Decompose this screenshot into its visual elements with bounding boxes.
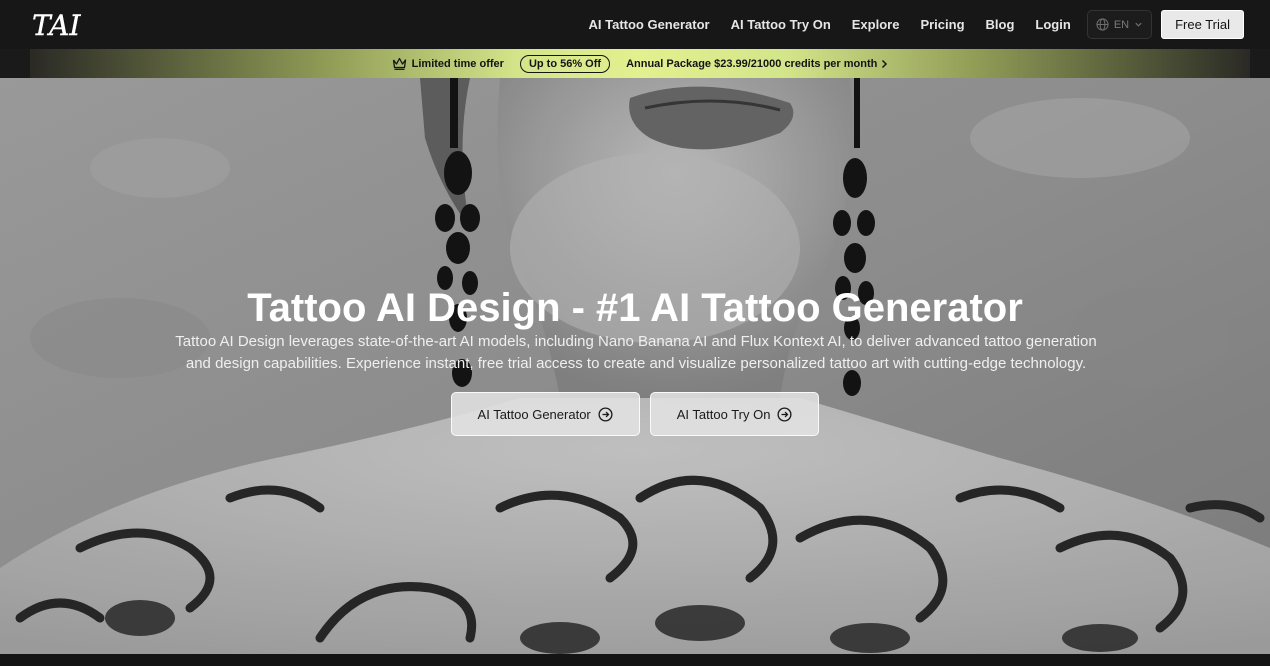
nav-link-ai-tattoo-try-on[interactable]: AI Tattoo Try On <box>731 17 831 32</box>
arrow-right-circle-icon <box>598 406 613 422</box>
arrow-right-circle-icon <box>777 406 792 422</box>
nav-link-login[interactable]: Login <box>1035 17 1070 32</box>
chevron-right-icon <box>882 59 888 68</box>
chevron-down-icon <box>1135 22 1142 27</box>
top-navbar: TAI AI Tattoo Generator AI Tattoo Try On… <box>0 0 1270 49</box>
hero-title: Tattoo AI Design - #1 AI Tattoo Generato… <box>247 286 1023 330</box>
hero-section: Tattoo AI Design - #1 AI Tattoo Generato… <box>0 78 1270 654</box>
language-label: EN <box>1113 18 1130 31</box>
ai-tattoo-generator-label: AI Tattoo Generator <box>477 406 591 422</box>
nav-links: AI Tattoo Generator AI Tattoo Try On Exp… <box>589 0 1270 49</box>
language-selector[interactable]: EN <box>1086 10 1153 39</box>
globe-icon <box>1096 18 1109 31</box>
promo-banner[interactable]: Limited time offer Up to 56% Off Annual … <box>30 49 1250 78</box>
site-logo[interactable]: TAI <box>30 7 82 43</box>
nav-link-explore[interactable]: Explore <box>852 17 900 32</box>
promo-bar: Limited time offer Up to 56% Off Annual … <box>0 49 1270 78</box>
crown-icon <box>392 57 406 70</box>
ai-tattoo-try-on-button[interactable]: AI Tattoo Try On <box>649 392 820 436</box>
nav-link-blog[interactable]: Blog <box>986 17 1015 32</box>
promo-package-text: Annual Package $23.99/21000 credits per … <box>626 57 878 70</box>
page-bottom-strip <box>0 654 1270 666</box>
nav-link-ai-tattoo-generator[interactable]: AI Tattoo Generator <box>589 17 710 32</box>
free-trial-button[interactable]: Free Trial <box>1161 10 1244 39</box>
ai-tattoo-generator-button[interactable]: AI Tattoo Generator <box>450 392 640 436</box>
hero-buttons: AI Tattoo Generator AI Tattoo Try On <box>0 392 1270 436</box>
ai-tattoo-try-on-label: AI Tattoo Try On <box>676 406 771 422</box>
nav-link-pricing[interactable]: Pricing <box>920 17 964 32</box>
logo-text: TAI <box>32 9 81 42</box>
discount-badge: Up to 56% Off <box>519 54 611 73</box>
hero-description: Tattoo AI Design leverages state-of-the-… <box>175 333 1097 372</box>
promo-limited-text: Limited time offer <box>411 57 504 70</box>
